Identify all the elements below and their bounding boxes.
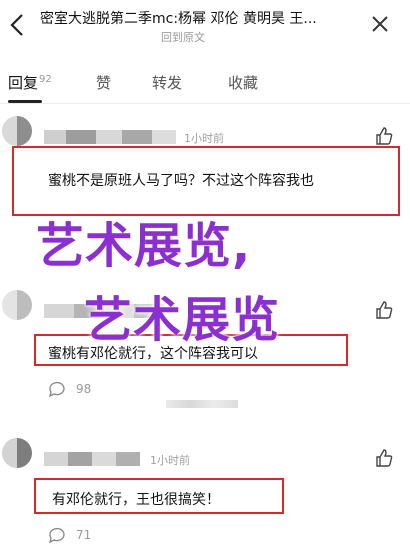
active-tab-indicator bbox=[8, 100, 42, 103]
comment-text: 蜜桃不是原班人马了吗？不过这个阵容我也 bbox=[48, 173, 314, 189]
tab-replies-label: 回复 bbox=[8, 74, 39, 92]
like-icon[interactable] bbox=[374, 300, 394, 320]
avatar[interactable] bbox=[2, 116, 32, 146]
tab-bar: 回复92 赞 转发 收藏 bbox=[0, 66, 410, 104]
reply-icon[interactable] bbox=[48, 380, 66, 398]
comment-text: 有邓伦就行，王也很搞笑！ bbox=[52, 492, 220, 508]
watermark-text-1: 艺术展览, bbox=[36, 218, 252, 274]
tab-replies-count: 92 bbox=[39, 74, 52, 85]
reply-count: 98 bbox=[76, 382, 92, 396]
back-to-original-link[interactable]: 回到原文 bbox=[161, 29, 205, 45]
watermark-text-2: 艺术展览 bbox=[84, 292, 281, 348]
page-title: 密室大逃脱第二季mc:杨幂 邓伦 黄明昊 王... bbox=[40, 11, 317, 27]
like-icon[interactable] bbox=[374, 448, 394, 468]
comment-timestamp: 1小时前 bbox=[150, 454, 190, 467]
username-blurred bbox=[44, 452, 140, 466]
like-icon[interactable] bbox=[374, 126, 394, 146]
tab-reposts[interactable]: 转发 bbox=[152, 72, 182, 93]
tab-favorites[interactable]: 收藏 bbox=[228, 72, 258, 93]
tab-likes[interactable]: 赞 bbox=[96, 72, 111, 93]
reply-count: 71 bbox=[76, 528, 92, 542]
avatar[interactable] bbox=[2, 290, 32, 320]
tab-replies[interactable]: 回复92 bbox=[8, 72, 52, 93]
reply-icon[interactable] bbox=[48, 526, 66, 544]
username-blurred bbox=[44, 130, 176, 144]
avatar[interactable] bbox=[2, 438, 32, 468]
comment-timestamp: 1小时前 bbox=[184, 132, 224, 145]
blurred-divider bbox=[166, 400, 238, 408]
back-arrow-icon[interactable] bbox=[6, 10, 30, 40]
close-icon[interactable] bbox=[370, 14, 390, 34]
top-bar: 密室大逃脱第二季mc:杨幂 邓伦 黄明昊 王... 回到原文 bbox=[0, 0, 410, 56]
